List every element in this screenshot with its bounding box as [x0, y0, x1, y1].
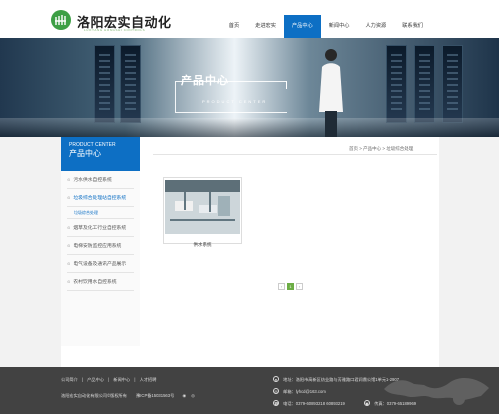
icp-number[interactable]: 豫ICP备15031563号: [136, 393, 174, 398]
nav-home[interactable]: 首页: [221, 15, 247, 38]
nav-products[interactable]: 产品中心: [283, 15, 321, 38]
footer-email-row: ✉ 邮箱：lyhcd@163.com: [273, 386, 416, 398]
footer-phone: 电话：0379-60893218 60893219: [283, 401, 345, 406]
location-icon: ●: [273, 376, 279, 382]
site-header: 洛阳宏实自动化 LUOYANG HONGSHI CONTROLS 首页 走进宏实…: [0, 0, 499, 38]
sidebar-item-tobacco[interactable]: 烟草及化工行业自控系统: [67, 219, 134, 237]
footer-email[interactable]: 邮箱：lyhcd@163.com: [283, 389, 326, 394]
sidebar-item-waste[interactable]: 垃圾综合处理站自控系统: [67, 189, 134, 207]
nav-contact[interactable]: 联系我们: [394, 15, 431, 38]
sidebar-title-zh: 产品中心: [69, 149, 101, 158]
server-rack-image: [120, 45, 141, 123]
nav-hr[interactable]: 人力资源: [357, 15, 394, 38]
pagination: ‹ 1 ›: [278, 283, 303, 290]
banner-subtitle: PRODUCT CENTER: [202, 99, 268, 104]
footer-phone-row: ☎ 电话：0379-60893218 60893219 ▣ 传真：0379-65…: [273, 398, 416, 410]
server-rack-image: [94, 45, 115, 123]
fax-icon: ▣: [364, 400, 371, 406]
brand-subtitle: LUOYANG HONGSHI CONTROLS: [84, 28, 146, 32]
site-footer: 公司简介 | 产品中心 | 新闻中心 | 人才招聘 洛阳宏实自动化有限公司©版权…: [0, 367, 499, 414]
breadcrumb: 首页 > 产品中心 > 垃圾综合处理: [349, 146, 414, 151]
banner-floor: [0, 118, 499, 137]
sidebar-item-elevator[interactable]: 电梯安防监控应用系统: [67, 237, 134, 255]
hero-banner: 产品中心 PRODUCT CENTER: [0, 38, 499, 137]
product-name[interactable]: 供水系统: [165, 242, 240, 248]
current-page-button[interactable]: 1: [287, 283, 294, 290]
engineer-image: [319, 49, 343, 137]
sidebar-item-water[interactable]: 污水供水自控系统: [67, 171, 134, 189]
footer-copyright: 洛阳宏实自动化有限公司©版权所有 豫ICP备15031563号 ◉ ◎: [61, 393, 195, 399]
footer-address-row: ● 地址：洛阳市高新区纺业路与芳雅路口君润鼎公馆1单元1-2907: [273, 374, 416, 386]
weibo-icon[interactable]: ◉: [182, 393, 186, 398]
next-page-button[interactable]: ›: [296, 283, 303, 290]
nav-news[interactable]: 新闻中心: [321, 15, 358, 38]
sidebar-subitem-waste[interactable]: 垃圾综合处理: [67, 207, 134, 219]
sidebar-title-en: PRODUCT CENTER: [69, 142, 116, 148]
sidebar-list: 污水供水自控系统 垃圾综合处理站自控系统 垃圾综合处理 烟草及化工行业自控系统 …: [61, 171, 140, 291]
product-image[interactable]: [165, 180, 240, 234]
server-rack-image: [414, 45, 435, 123]
sidebar-item-electric[interactable]: 电气设备及通讯产品展示: [67, 255, 134, 273]
footer-links[interactable]: 公司简介 | 产品中心 | 新闻中心 | 人才招聘: [61, 377, 156, 383]
server-rack-image: [386, 45, 407, 123]
main-nav: 首页 走进宏实 产品中心 新闻中心 人力资源 联系我们: [221, 15, 431, 38]
banner-title: 产品中心: [181, 75, 229, 87]
mail-icon: ✉: [273, 388, 279, 394]
server-rack-image: [442, 45, 463, 123]
brand-logo[interactable]: [51, 10, 71, 30]
prev-page-button[interactable]: ‹: [278, 283, 285, 290]
sidebar-header: PRODUCT CENTER 产品中心: [61, 137, 140, 171]
sidebar-item-rural-water[interactable]: 农村饮用水自控系统: [67, 273, 134, 291]
footer-contact: ● 地址：洛阳市高新区纺业路与芳雅路口君润鼎公馆1单元1-2907 ✉ 邮箱：l…: [273, 374, 416, 410]
banner-frame-line: [286, 81, 287, 89]
nav-about[interactable]: 走进宏实: [247, 15, 284, 38]
copyright-text: 洛阳宏实自动化有限公司©版权所有: [61, 393, 127, 398]
product-sidebar: PRODUCT CENTER 产品中心 污水供水自控系统 垃圾综合处理站自控系统…: [61, 137, 140, 346]
wechat-icon[interactable]: ◎: [191, 393, 195, 398]
breadcrumb-divider: [153, 154, 437, 155]
phone-icon: ☎: [273, 400, 279, 406]
footer-address: 地址：洛阳市高新区纺业路与芳雅路口君润鼎公馆1单元1-2907: [283, 377, 400, 382]
footer-fax: 传真：0379-65189969: [374, 401, 417, 406]
